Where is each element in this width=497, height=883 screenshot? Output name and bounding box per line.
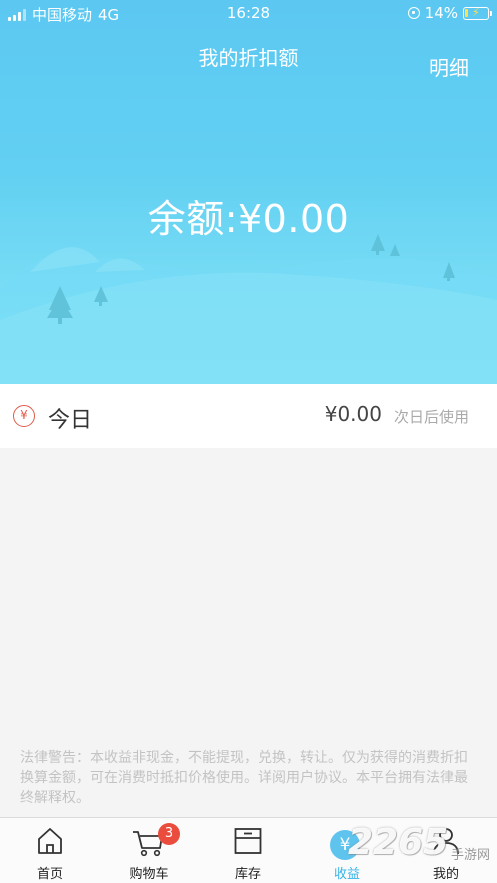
tab-cart-label: 购物车 [129,867,169,882]
tab-home[interactable]: 首页 [10,818,90,883]
tab-inventory[interactable]: 库存 [208,818,288,883]
cart-badge: 3 [158,823,180,845]
watermark-number: 2265 [348,822,449,863]
watermark-logo: 2265 手游网 [348,822,497,872]
status-bar: 中国移动 4G 16:28 14% ⚡ [0,0,497,28]
tab-home-label: 首页 [36,867,63,882]
today-row[interactable]: ¥ 今日 ¥0.00 次日后使用 [0,384,497,448]
today-note: 次日后使用 [393,408,469,426]
inventory-icon [234,828,262,854]
tab-inventory-label: 库存 [234,867,261,882]
watermark-suffix: 手游网 [451,848,491,863]
today-label: 今日 [48,408,93,433]
yen-icon: ¥ [13,405,35,427]
balance-amount: 余额:¥0.00 [147,197,350,241]
legal-notice: 法律警告：本收益非现金，不能提现，兑换，转让。仅为获得的消费折扣换算金额，可在消… [20,750,468,806]
tab-cart[interactable]: 3 购物车 [109,818,189,883]
page-title: 我的折扣额 [198,46,299,70]
battery-icon: ⚡ [463,6,492,20]
detail-button[interactable]: 明细 [429,52,469,81]
battery-percent: 14% [424,4,458,22]
today-amount: ¥0.00 [324,402,382,426]
hero-banner: 中国移动 4G 16:28 14% ⚡ 我的折扣额 明细 余额:¥0.00 [0,0,497,384]
home-icon [38,828,62,854]
rotation-lock-icon [407,7,420,19]
